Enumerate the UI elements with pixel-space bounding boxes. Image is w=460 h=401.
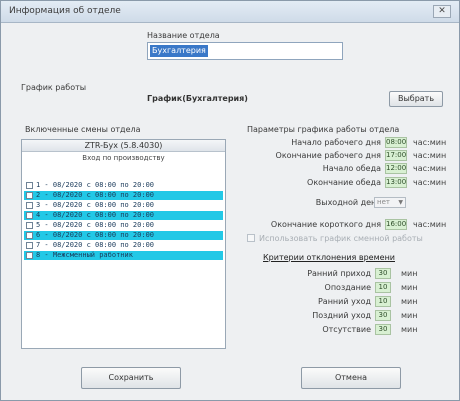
param-label: Окончание рабочего дня: [275, 151, 381, 160]
shift-text: 7 - 08/2020 с 08:00 по 20:00: [36, 241, 155, 249]
weekend-combo[interactable]: нет ▼: [374, 197, 406, 208]
short-day-field[interactable]: 16:00: [385, 219, 407, 230]
param-unit: час:мин: [413, 164, 447, 173]
param-field[interactable]: 17:00: [385, 150, 407, 161]
schedule-name: График(Бухгалтерия): [147, 94, 248, 103]
shift-row[interactable]: 7 - 08/2020 с 08:00 по 20:00: [24, 241, 223, 250]
deviation-field[interactable]: 30: [375, 324, 391, 335]
department-name-value: Бухгалтерия: [150, 45, 208, 57]
shift-text: 3 - 08/2020 с 08:00 по 20:00: [36, 201, 155, 209]
deviation-unit: мин: [401, 325, 418, 334]
shift-checkbox[interactable]: [26, 202, 33, 209]
deviation-label: Поздний уход: [312, 311, 371, 320]
shift-checkbox[interactable]: [26, 222, 33, 229]
param-label: Начало обеда: [322, 164, 381, 173]
shift-checkbox[interactable]: [26, 242, 33, 249]
department-name-input[interactable]: Бухгалтерия: [147, 42, 343, 60]
shift-row[interactable]: 5 - 08/2020 с 08:00 по 20:00: [24, 221, 223, 230]
param-label: Окончание обеда: [307, 178, 381, 187]
dialog-window: Информация об отделе ✕ Название отдела Б…: [0, 0, 460, 401]
deviation-unit: мин: [401, 297, 418, 306]
shift-text: 2 - 08/2020 с 08:00 по 20:00: [36, 191, 155, 199]
shift-checkbox[interactable]: [26, 192, 33, 199]
shift-checkbox[interactable]: [26, 182, 33, 189]
shift-text: 6 - 08/2020 с 08:00 по 20:00: [36, 231, 155, 239]
deviation-field[interactable]: 30: [375, 310, 391, 321]
param-field[interactable]: 12:00: [385, 163, 407, 174]
weekend-value: нет: [377, 198, 390, 206]
shift-checkbox[interactable]: [26, 252, 33, 259]
department-name-label: Название отдела: [147, 31, 220, 40]
params-title: Параметры графика работы отдела: [247, 125, 400, 134]
short-day-label: Окончание короткого дня: [270, 220, 381, 229]
shift-row[interactable]: 1 - 08/2020 с 08:00 по 20:00: [24, 181, 223, 190]
deviation-unit: мин: [401, 269, 418, 278]
weekend-label: Выходной день: [315, 198, 381, 207]
param-field[interactable]: 13:00: [385, 177, 407, 188]
deviations-title: Критерии отклонения времени: [263, 253, 395, 262]
param-unit: час:мин: [413, 138, 447, 147]
short-day-unit: час:мин: [413, 220, 447, 229]
shifts-header: ZTR-Бух (5.8.4030): [22, 140, 225, 152]
shift-row[interactable]: 6 - 08/2020 с 08:00 по 20:00: [24, 231, 223, 240]
cancel-button[interactable]: Отмена: [301, 367, 401, 389]
shift-row[interactable]: 8 - Межсменный работник: [24, 251, 223, 260]
close-icon[interactable]: ✕: [433, 5, 451, 18]
deviation-label: Отсутствие: [322, 325, 371, 334]
deviation-unit: мин: [401, 311, 418, 320]
shift-row[interactable]: 4 - 08/2020 с 08:00 по 20:00: [24, 211, 223, 220]
deviation-field[interactable]: 30: [375, 268, 391, 279]
individual-schedule-label: Использовать график сменной работы: [259, 234, 423, 243]
title-bar[interactable]: Информация об отделе ✕: [1, 1, 459, 23]
deviation-label: Опоздание: [324, 283, 371, 292]
deviation-field[interactable]: 10: [375, 282, 391, 293]
shift-checkbox[interactable]: [26, 232, 33, 239]
shift-text: 8 - Межсменный работник: [36, 251, 133, 259]
param-unit: час:мин: [413, 178, 447, 187]
shift-text: 1 - 08/2020 с 08:00 по 20:00: [36, 181, 155, 189]
select-schedule-button[interactable]: Выбрать: [389, 91, 443, 107]
param-label: Начало рабочего дня: [291, 138, 381, 147]
shift-text: 5 - 08/2020 с 08:00 по 20:00: [36, 221, 155, 229]
shift-checkbox[interactable]: [26, 212, 33, 219]
window-title: Информация об отделе: [9, 6, 121, 16]
shifts-list[interactable]: ZTR-Бух (5.8.4030) Вход по производству …: [21, 139, 226, 349]
individual-schedule-checkbox[interactable]: [247, 234, 255, 242]
save-button[interactable]: Сохранить: [81, 367, 181, 389]
shift-row[interactable]: 2 - 08/2020 с 08:00 по 20:00: [24, 191, 223, 200]
deviation-field[interactable]: 10: [375, 296, 391, 307]
deviation-label: Ранний уход: [317, 297, 371, 306]
schedule-label: График работы: [21, 83, 87, 92]
param-field[interactable]: 08:00: [385, 137, 407, 148]
shift-row[interactable]: 3 - 08/2020 с 08:00 по 20:00: [24, 201, 223, 210]
chevron-down-icon: ▼: [398, 199, 403, 206]
shift-text: 4 - 08/2020 с 08:00 по 20:00: [36, 211, 155, 219]
deviation-label: Ранний приход: [307, 269, 371, 278]
shifts-label: Включенные смены отдела: [25, 125, 141, 134]
param-unit: час:мин: [413, 151, 447, 160]
shifts-subheader: Вход по производству: [82, 154, 165, 162]
deviation-unit: мин: [401, 283, 418, 292]
